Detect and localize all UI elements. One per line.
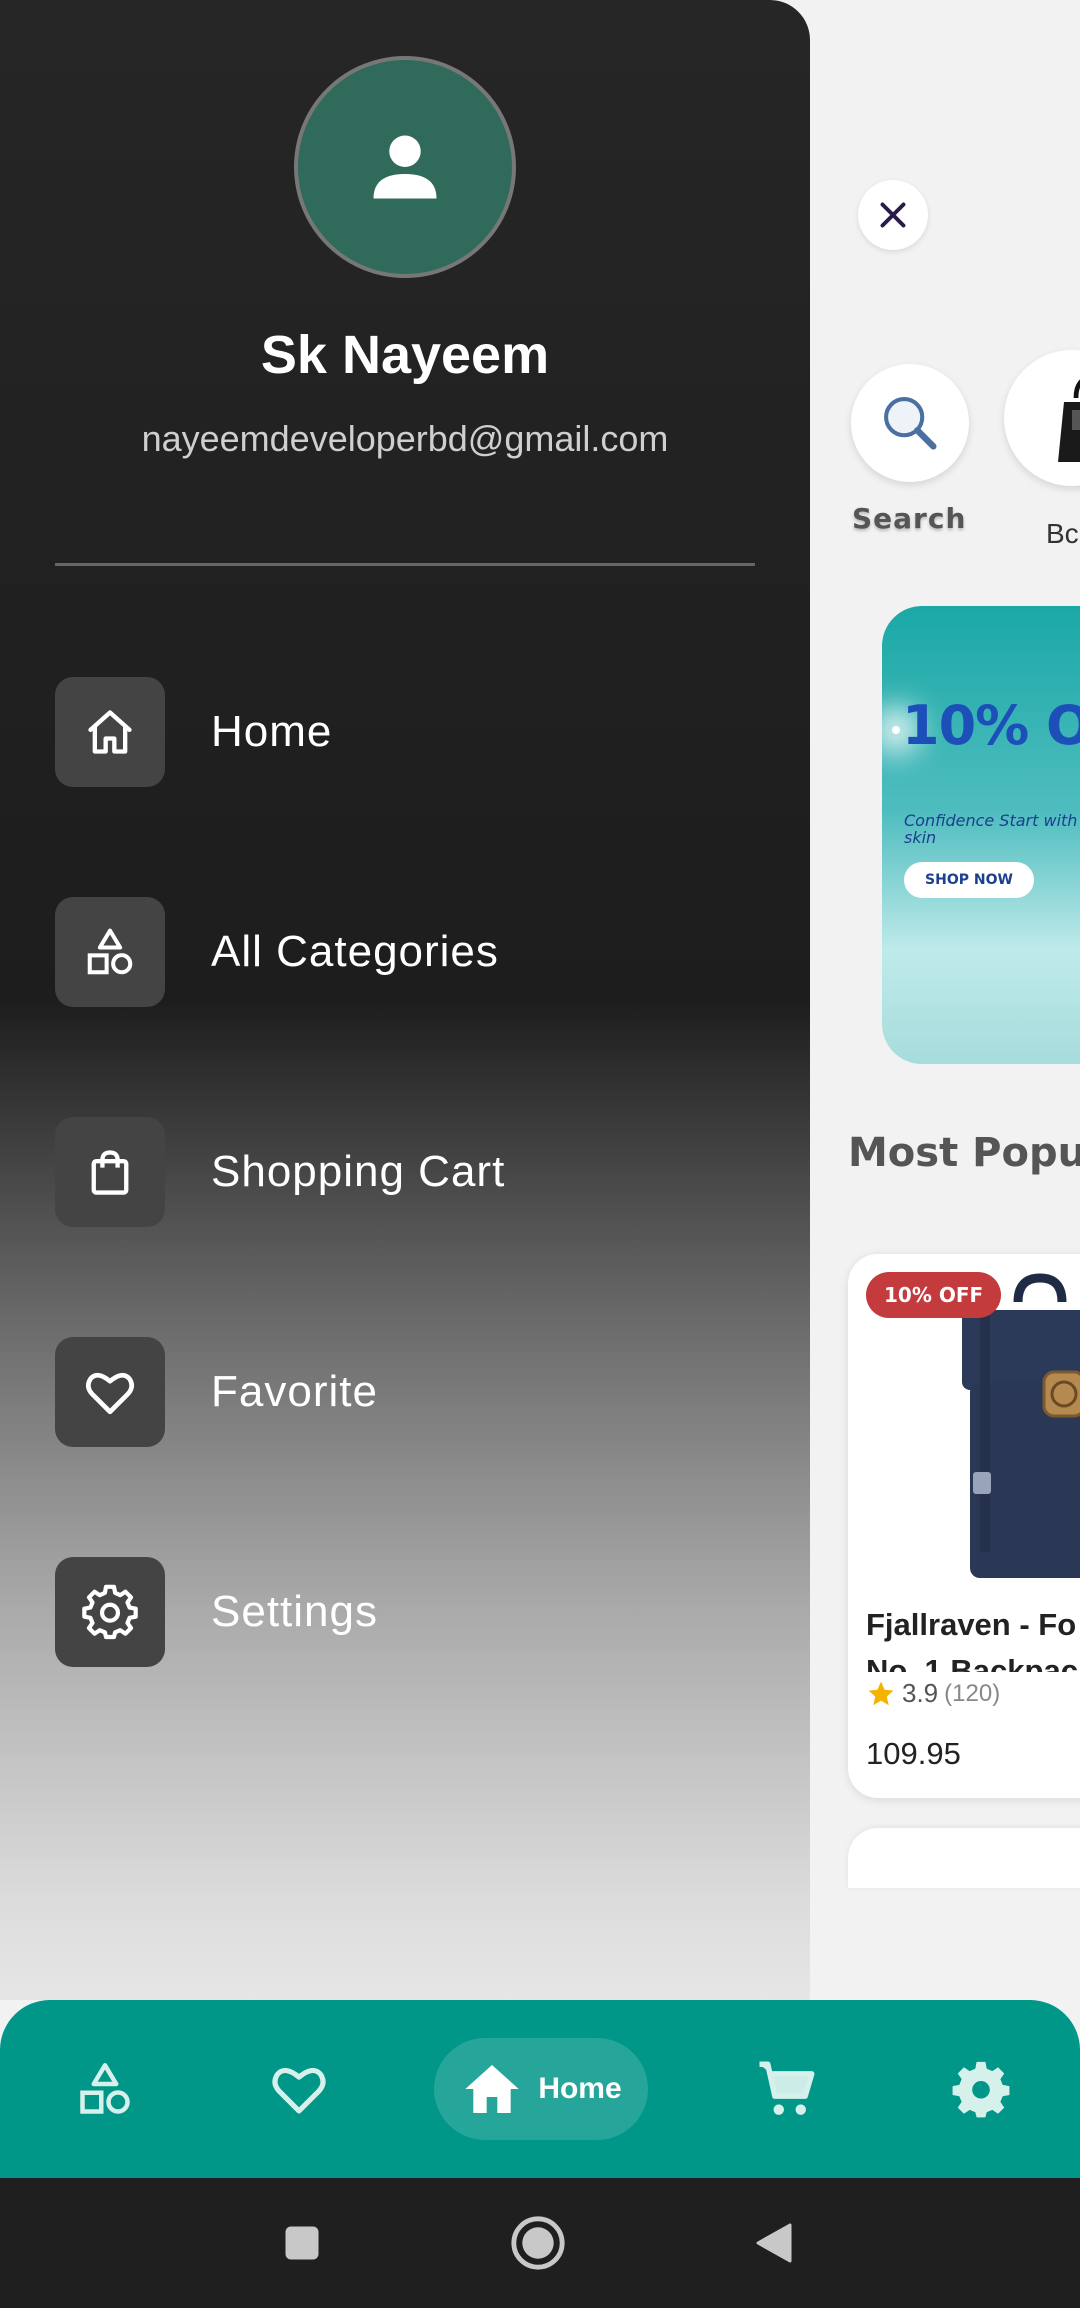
drawer-item-all-categories[interactable]: All Categories (55, 896, 755, 1008)
drawer-icon-box (55, 677, 165, 787)
drawer-item-home[interactable]: Home (55, 676, 755, 788)
circle-home-icon (511, 2216, 565, 2270)
nav-cart[interactable] (732, 2000, 842, 2178)
system-navigation-bar (0, 2178, 1080, 2308)
recents-button[interactable] (262, 2178, 342, 2308)
nav-home[interactable]: Home (434, 2038, 648, 2140)
drawer-icon-box (55, 1117, 165, 1227)
drawer-item-label: Home (211, 707, 333, 756)
drawer-divider (55, 563, 755, 566)
app-screen: Search Bc 10% O Confidence Start with gr… (0, 0, 1080, 2308)
drawer-item-favorite[interactable]: Favorite (55, 1336, 755, 1448)
product-card[interactable]: 10% OFF Fjallraven - Fo No. 1 Backpac 3.… (848, 1254, 1080, 1798)
product-name-line1: Fjallraven - Fo (866, 1607, 1077, 1642)
section-title-most-popular: Most Popu (848, 1130, 1080, 1176)
gear-icon (952, 2061, 1010, 2118)
drawer-icon-box (55, 1337, 165, 1447)
shop-now-button[interactable]: SHOP NOW (904, 862, 1034, 898)
category-label-bags: Bc (1046, 518, 1079, 549)
categories-icon (87, 928, 133, 975)
drawer-item-label: Favorite (211, 1367, 378, 1416)
profile-name: Sk Nayeem (260, 325, 550, 385)
product-name-line2: No. 1 Backpac (866, 1653, 1078, 1672)
drawer-item-label: Settings (211, 1587, 378, 1636)
categories-icon (80, 2063, 130, 2114)
nav-categories[interactable] (50, 2000, 160, 2178)
cart-icon (759, 2061, 815, 2115)
product-card-partial[interactable] (848, 1828, 1080, 1888)
nav-home-label: Home (538, 2072, 622, 2105)
drawer-item-label: Shopping Cart (211, 1147, 506, 1196)
avatar[interactable] (294, 56, 516, 278)
search-icon (884, 397, 937, 450)
rating-count: (120) (944, 1679, 1001, 1707)
navigation-drawer: Sk Nayeem nayeemdeveloperbd@gmail.com Ho… (0, 0, 810, 2000)
promo-banner[interactable]: 10% O Confidence Start with great skin S… (882, 606, 1080, 1064)
nav-settings[interactable] (926, 2000, 1036, 2178)
bottom-navigation: Home (0, 2000, 1080, 2178)
star-icon (868, 1681, 894, 1705)
nav-favorites[interactable] (244, 2000, 354, 2178)
shopping-bag-icon (91, 1150, 129, 1195)
home-icon (465, 2065, 519, 2113)
heart-icon (272, 2067, 326, 2114)
drawer-item-label: All Categories (211, 927, 499, 976)
banner-subtitle: Confidence Start with great skin (904, 811, 1080, 847)
discount-badge: 10% OFF (866, 1272, 1002, 1318)
rating-row: 3.9 (120) (866, 1678, 1000, 1709)
back-button[interactable] (734, 2178, 814, 2308)
rating-value: 3.9 (902, 1678, 939, 1708)
bag-thumbnail (1058, 379, 1080, 462)
category-bags[interactable] (1004, 350, 1080, 486)
drawer-icon-box (55, 1557, 165, 1667)
person-icon (373, 135, 437, 199)
home-icon (88, 710, 132, 754)
backpack-image (962, 1273, 1080, 1578)
category-search[interactable] (851, 364, 969, 482)
heart-icon (85, 1372, 135, 1415)
close-icon (880, 202, 906, 228)
product-price: 109.95 (866, 1736, 961, 1771)
back-triangle-icon (756, 2223, 792, 2263)
close-drawer-button[interactable] (858, 180, 928, 250)
banner-title: 10% O (902, 694, 1080, 757)
product-name: Fjallraven - Fo No. 1 Backpac (866, 1602, 1080, 1672)
gear-icon (82, 1584, 138, 1640)
home-system-button[interactable] (498, 2178, 578, 2308)
category-label-search: Search (852, 502, 967, 535)
drawer-item-settings[interactable]: Settings (55, 1556, 755, 1668)
banner-flare (892, 726, 900, 734)
square-icon (285, 2226, 319, 2260)
drawer-icon-box (55, 897, 165, 1007)
drawer-item-shopping-cart[interactable]: Shopping Cart (55, 1116, 755, 1228)
profile-email: nayeemdeveloperbd@gmail.com (141, 418, 669, 459)
